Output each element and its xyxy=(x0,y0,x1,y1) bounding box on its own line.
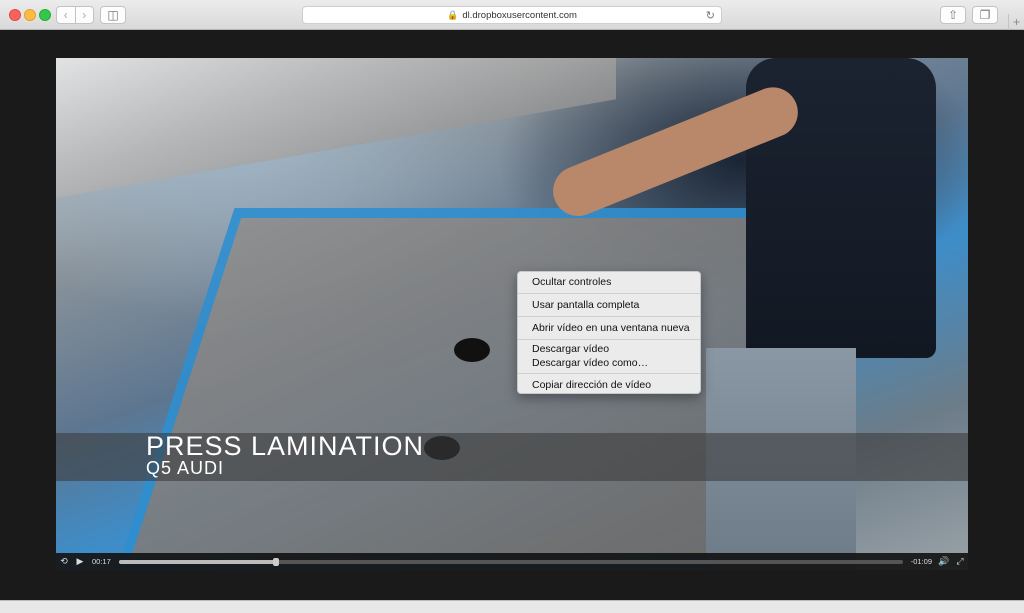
sidebar-button[interactable]: ◫ xyxy=(100,6,126,24)
nav-buttons: ‹ › xyxy=(56,6,94,24)
share-button[interactable]: ⇧ xyxy=(940,6,966,24)
zoom-window-button[interactable] xyxy=(39,9,51,21)
volume-icon[interactable]: 🔊 xyxy=(936,556,952,567)
scrubber[interactable] xyxy=(118,557,903,566)
menu-item-hide-controls[interactable]: Ocultar controles xyxy=(518,274,700,290)
menu-separator xyxy=(518,373,700,374)
video-controls: ⟲ ▶ 00:17 -01:09 🔊 ⤢ xyxy=(56,553,968,570)
share-icon: ⇧ xyxy=(947,8,959,22)
video-frame-rail xyxy=(56,58,616,198)
menu-separator xyxy=(518,316,700,317)
scrubber-progress xyxy=(118,559,276,564)
show-tabs-button[interactable]: ❐ xyxy=(972,6,998,24)
url-text: dl.dropboxusercontent.com xyxy=(462,9,577,21)
video-frame-hole xyxy=(454,338,490,362)
minimize-window-button[interactable] xyxy=(24,9,36,21)
address-bar[interactable]: 🔒 dl.dropboxusercontent.com ↻ xyxy=(302,6,722,24)
window-bottom-edge xyxy=(0,600,1024,613)
sidebar-icon: ◫ xyxy=(107,8,119,22)
browser-toolbar: ‹ › ◫ 🔒 dl.dropboxusercontent.com ↻ ⇧ ❐ … xyxy=(0,0,1024,30)
lock-icon: 🔒 xyxy=(447,9,459,20)
fullscreen-icon[interactable]: ⤢ xyxy=(952,556,968,567)
back-icon[interactable]: ‹ xyxy=(57,7,75,23)
remaining-time: -01:09 xyxy=(910,557,932,566)
caption-subtitle: Q5 AUDI xyxy=(146,458,225,478)
context-menu: Ocultar controles Usar pantalla completa… xyxy=(517,271,701,394)
menu-separator xyxy=(518,339,700,340)
play-icon[interactable]: ▶ xyxy=(72,556,88,567)
plus-icon: + xyxy=(1012,15,1020,29)
close-window-button[interactable] xyxy=(9,9,21,21)
menu-item-copy-address[interactable]: Copiar dirección de vídeo xyxy=(518,377,700,393)
menu-item-fullscreen[interactable]: Usar pantalla completa xyxy=(518,297,700,313)
menu-item-download[interactable]: Descargar vídeo xyxy=(518,343,700,356)
scrubber-knob[interactable] xyxy=(272,557,279,566)
menu-separator xyxy=(518,293,700,294)
menu-item-open-new-window[interactable]: Abrir vídeo en una ventana nueva xyxy=(518,320,700,336)
tabs-icon: ❐ xyxy=(979,8,991,22)
video-player[interactable]: PRESS LAMINATION Q5 AUDI xyxy=(56,58,968,570)
menu-item-download-as[interactable]: Descargar vídeo como… xyxy=(518,356,700,370)
skip-back-icon[interactable]: ⟲ xyxy=(56,556,72,567)
reload-icon[interactable]: ↻ xyxy=(706,9,715,22)
forward-icon[interactable]: › xyxy=(74,7,94,23)
new-tab-button[interactable]: + xyxy=(1008,14,1024,30)
elapsed-time: 00:17 xyxy=(92,557,111,566)
